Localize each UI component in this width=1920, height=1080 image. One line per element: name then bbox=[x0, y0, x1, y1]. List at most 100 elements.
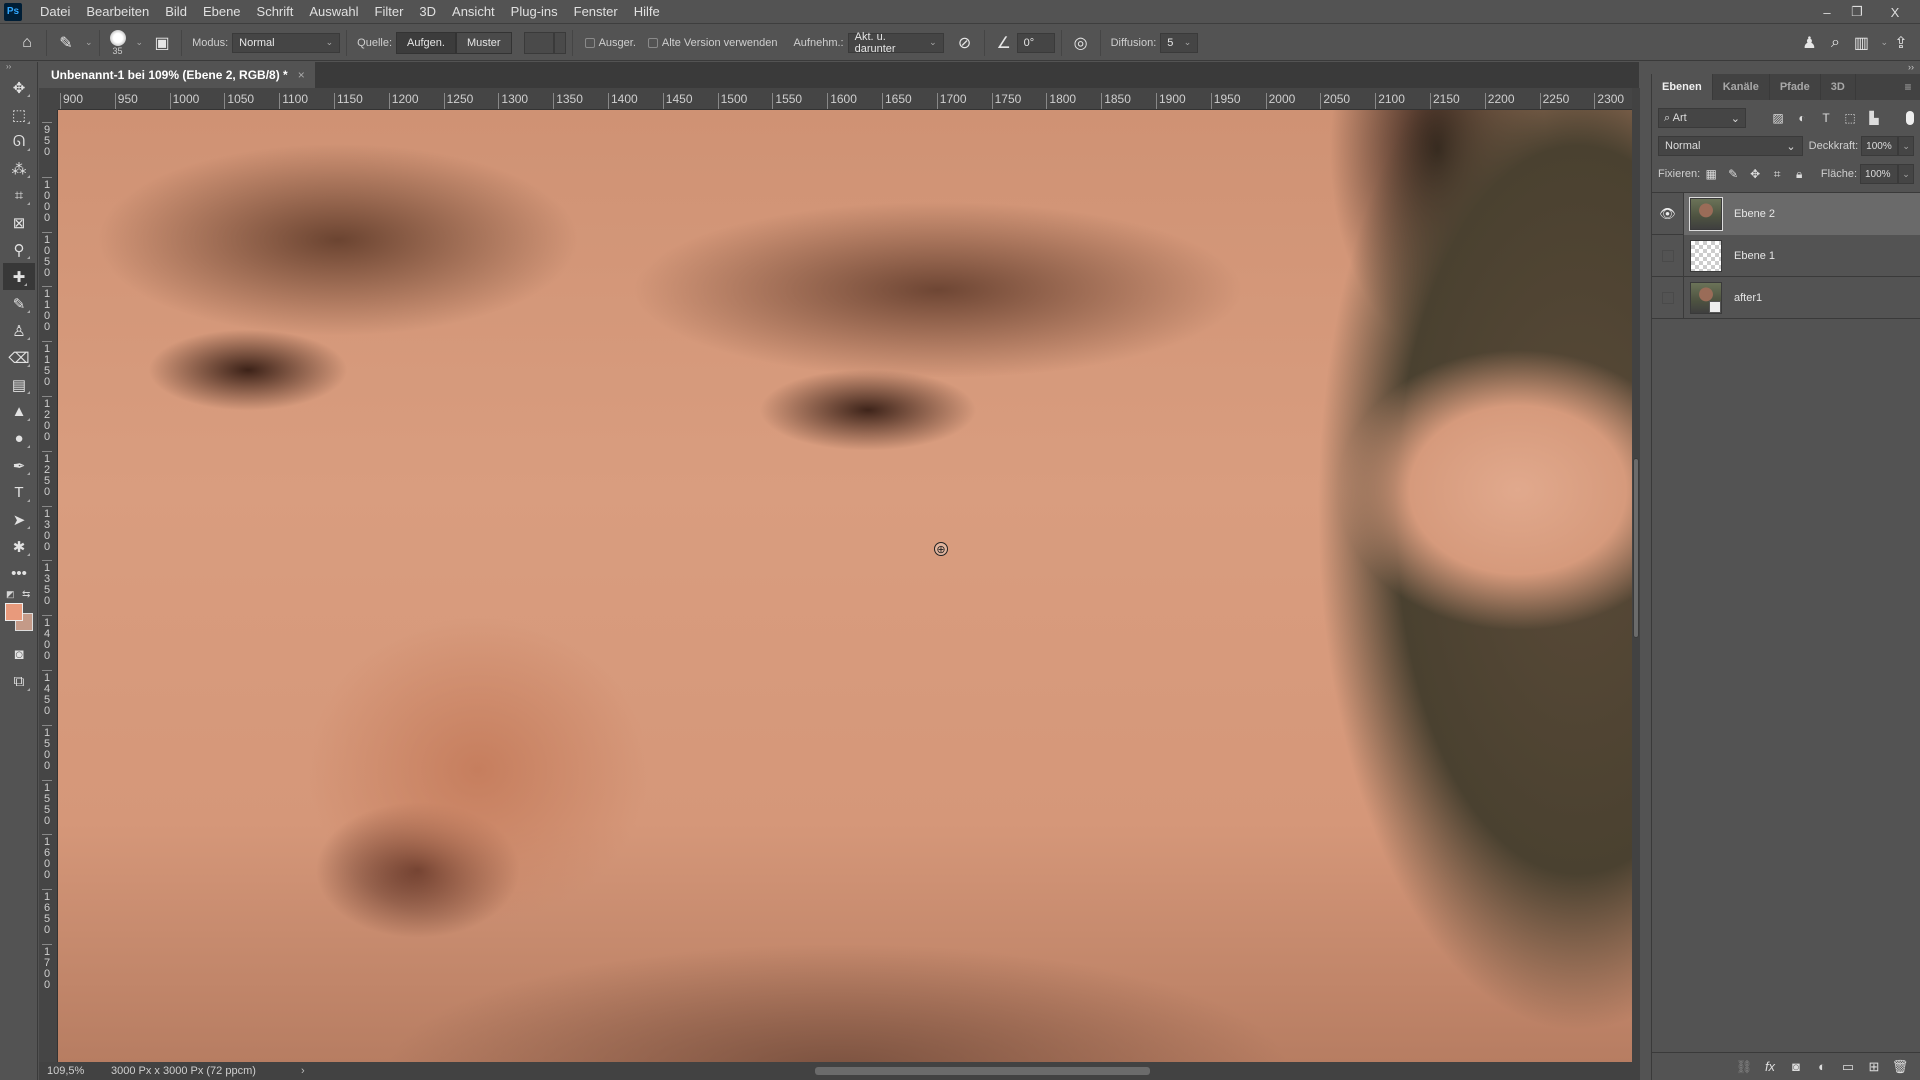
opacity-input[interactable]: 100% bbox=[1861, 136, 1899, 156]
document-tab[interactable]: Unbenannt-1 bei 109% (Ebene 2, RGB/8) * … bbox=[39, 62, 315, 88]
menu-auswahl[interactable]: Auswahl bbox=[301, 4, 366, 19]
pressure-size-icon[interactable]: ◎ bbox=[1068, 30, 1094, 56]
ignore-adjustment-layers-icon[interactable]: ⊘ bbox=[952, 30, 978, 56]
aligned-checkbox[interactable]: Ausger. bbox=[584, 37, 636, 49]
checkbox-box[interactable] bbox=[584, 37, 595, 48]
clone-stamp-tool-icon[interactable]: ♙ bbox=[0, 317, 38, 344]
more-tools-icon[interactable]: ••• bbox=[0, 560, 38, 587]
tab-3d[interactable]: 3D bbox=[1821, 74, 1856, 100]
chevron-down-icon[interactable]: ⌄ bbox=[85, 37, 93, 48]
visibility-toggle[interactable] bbox=[1652, 276, 1684, 319]
menu-bild[interactable]: Bild bbox=[157, 4, 195, 19]
menu-fenster[interactable]: Fenster bbox=[566, 4, 626, 19]
sample-select[interactable]: Akt. u. darunter ⌄ bbox=[847, 31, 944, 55]
lock-position-icon[interactable]: ✥ bbox=[1744, 167, 1766, 181]
menu-schrift[interactable]: Schrift bbox=[249, 4, 302, 19]
swap-colors-icon[interactable]: ⇆ bbox=[22, 589, 30, 600]
layer-row[interactable]: after1 bbox=[1652, 276, 1920, 319]
pattern-dropdown[interactable] bbox=[553, 31, 566, 54]
legacy-checkbox[interactable]: Alte Version verwenden bbox=[647, 37, 777, 49]
panel-menu-icon[interactable]: ≡ bbox=[1896, 74, 1920, 100]
restore-button[interactable]: ❐ bbox=[1842, 0, 1872, 24]
minimize-button[interactable]: – bbox=[1812, 0, 1842, 24]
status-menu-arrow[interactable]: › bbox=[301, 1065, 305, 1077]
filter-pixel-icon[interactable]: ▨ bbox=[1766, 111, 1790, 125]
adjustment-layer-icon[interactable]: ◐ bbox=[1809, 1059, 1835, 1074]
search-icon[interactable]: ⌕ bbox=[1822, 30, 1848, 56]
dodge-tool-icon[interactable]: ● bbox=[0, 425, 38, 452]
menu-filter[interactable]: Filter bbox=[367, 4, 412, 19]
menu-bearbeiten[interactable]: Bearbeiten bbox=[78, 4, 157, 19]
layer-row[interactable]: 👁︎ Ebene 2 bbox=[1652, 192, 1920, 235]
filter-shape-icon[interactable]: ⬚ bbox=[1838, 111, 1862, 125]
tab-pfade[interactable]: Pfade bbox=[1770, 74, 1821, 100]
brush-preset-picker[interactable]: 35 bbox=[109, 29, 126, 56]
chevron-down-icon[interactable]: ⌄ bbox=[136, 37, 144, 48]
frame-tool-icon[interactable]: ⊠ bbox=[0, 209, 38, 236]
vertical-scrollbar[interactable] bbox=[1632, 88, 1640, 1062]
filter-smart-object-icon[interactable]: ▙ bbox=[1862, 111, 1886, 125]
delete-layer-icon[interactable]: 🗑︎ bbox=[1887, 1059, 1913, 1075]
checkbox-box[interactable] bbox=[647, 37, 658, 48]
zoom-level[interactable]: 109,5% bbox=[39, 1065, 91, 1077]
brush-tool-icon[interactable]: ✎ bbox=[0, 290, 38, 317]
new-layer-icon[interactable]: ⊞ bbox=[1861, 1059, 1887, 1075]
menu-plugins[interactable]: Plug-ins bbox=[503, 4, 566, 19]
menu-ansicht[interactable]: Ansicht bbox=[444, 4, 503, 19]
layer-row[interactable]: Ebene 1 bbox=[1652, 234, 1920, 277]
eyedropper-tool-icon[interactable]: ⚲ bbox=[0, 236, 38, 263]
link-layers-icon[interactable]: ⛓ bbox=[1731, 1059, 1757, 1075]
quick-selection-tool-icon[interactable]: ⁂ bbox=[0, 155, 38, 182]
image-canvas[interactable]: ⊕ bbox=[58, 110, 1632, 1062]
scroll-thumb[interactable] bbox=[1633, 458, 1639, 638]
filter-type-icon[interactable]: T bbox=[1814, 111, 1838, 125]
blend-mode-select[interactable]: Normal ⌄ bbox=[1658, 136, 1803, 156]
source-pattern-button[interactable]: Muster bbox=[455, 31, 512, 54]
move-tool-icon[interactable]: ✥ bbox=[0, 74, 38, 101]
crop-tool-icon[interactable]: ⌗ bbox=[0, 182, 38, 209]
marquee-tool-icon[interactable]: ⬚ bbox=[0, 101, 38, 128]
diffusion-select[interactable]: 5 ⌄ bbox=[1160, 32, 1199, 53]
learn-icon[interactable]: ♟ bbox=[1796, 30, 1822, 56]
mode-select[interactable]: Normal ⌄ bbox=[232, 32, 341, 53]
lasso-tool-icon[interactable]: ᘏ bbox=[0, 128, 38, 155]
healing-brush-tool-icon[interactable]: ✎ bbox=[53, 30, 79, 56]
layer-filter-select[interactable]: ⌕ Art ⌄ bbox=[1658, 108, 1746, 128]
close-window-button[interactable]: X bbox=[1880, 0, 1910, 24]
horizontal-ruler[interactable]: 900 950 1000 1050 1100 1150 1200 1250 1300 1350 14… bbox=[58, 88, 1632, 110]
visibility-toggle[interactable] bbox=[1652, 234, 1684, 277]
pattern-picker[interactable] bbox=[523, 31, 554, 54]
filter-toggle[interactable] bbox=[1906, 111, 1914, 125]
menu-ebene[interactable]: Ebene bbox=[195, 4, 249, 19]
horizontal-scrollbar[interactable] bbox=[815, 1067, 1150, 1075]
lock-all-icon[interactable]: 🔒︎ bbox=[1788, 167, 1810, 182]
collapse-panels-icon[interactable]: ›› bbox=[1640, 62, 1920, 74]
close-document-icon[interactable]: × bbox=[298, 68, 305, 82]
angle-input[interactable]: 0° bbox=[1016, 32, 1055, 53]
fx-icon[interactable]: fx bbox=[1757, 1059, 1783, 1074]
blur-tool-icon[interactable]: ▲ bbox=[0, 398, 38, 425]
menu-hilfe[interactable]: Hilfe bbox=[626, 4, 668, 19]
foreground-color-swatch[interactable] bbox=[5, 603, 23, 621]
new-group-icon[interactable]: ▭ bbox=[1835, 1059, 1861, 1075]
lock-transparent-icon[interactable]: ▦ bbox=[1700, 167, 1722, 181]
ruler-origin[interactable] bbox=[39, 88, 58, 110]
collapse-icon[interactable]: ›› bbox=[0, 62, 37, 74]
screen-mode-icon[interactable]: ⧉ bbox=[0, 668, 38, 695]
fill-input[interactable]: 100% bbox=[1860, 164, 1898, 184]
add-mask-icon[interactable]: ◙ bbox=[1783, 1059, 1809, 1074]
clone-source-panel-icon[interactable]: ▣ bbox=[149, 30, 175, 56]
chevron-down-icon[interactable]: ⌄ bbox=[1880, 37, 1888, 48]
opacity-dropdown[interactable]: ⌄ bbox=[1898, 136, 1915, 156]
menu-3d[interactable]: 3D bbox=[411, 4, 444, 19]
gradient-tool-icon[interactable]: ▤ bbox=[0, 371, 38, 398]
tab-ebenen[interactable]: Ebenen bbox=[1652, 74, 1713, 100]
quick-mask-icon[interactable]: ◙ bbox=[0, 641, 38, 668]
home-icon[interactable]: ⌂ bbox=[14, 30, 40, 56]
path-selection-tool-icon[interactable]: ➤ bbox=[0, 506, 38, 533]
lock-image-icon[interactable]: ✎ bbox=[1722, 167, 1744, 181]
type-tool-icon[interactable]: T bbox=[0, 479, 38, 506]
default-colors-icon[interactable]: ◩ bbox=[6, 589, 15, 600]
filter-adjustment-icon[interactable]: ◐ bbox=[1790, 111, 1814, 125]
vertical-ruler[interactable]: 950 1000 1050 1100 1150 1200 1250 1300 1350 1400 1… bbox=[39, 110, 58, 1062]
